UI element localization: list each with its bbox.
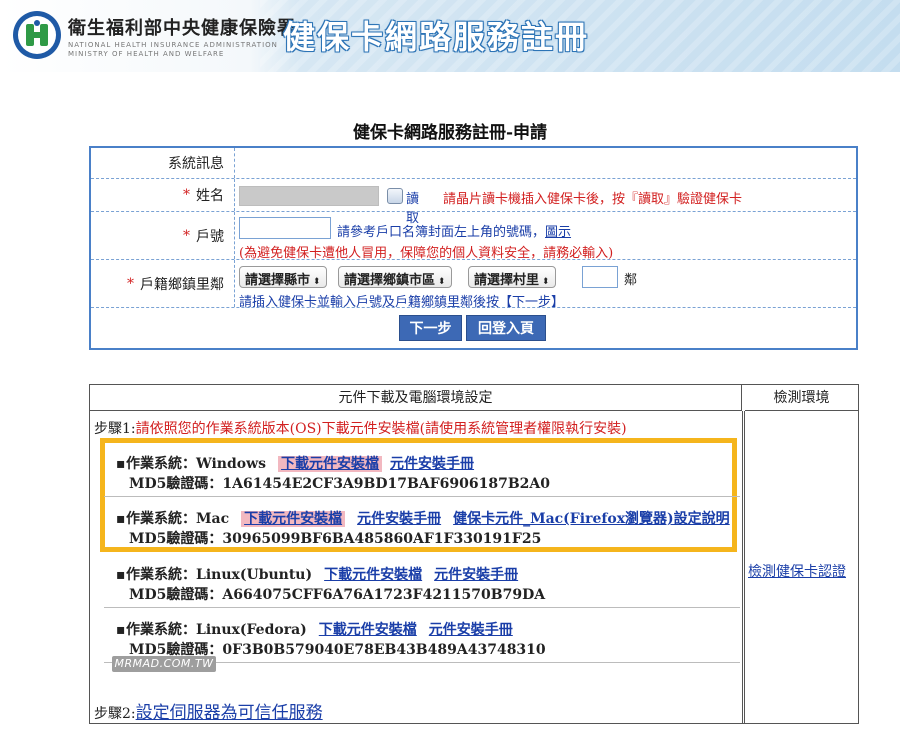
next-step-button[interactable]: 下一步 bbox=[399, 315, 462, 341]
system-message-label: 系統訊息 bbox=[91, 148, 235, 178]
county-select-value: 請選擇縣市 bbox=[245, 273, 311, 288]
bullet-icon: ▪ bbox=[116, 622, 126, 638]
md5-line: MD5驗證碼：1A61454E2CF3A9BD17BAF6906187B2A0 bbox=[129, 473, 550, 493]
household-example-link[interactable]: 圖示 bbox=[545, 225, 571, 240]
org-name-en-line2: MINISTRY OF HEALTH AND WELFARE bbox=[68, 50, 225, 58]
download-table-header: 元件下載及電腦環境設定 bbox=[90, 385, 742, 411]
select-arrow-icon: ⬍ bbox=[542, 277, 550, 287]
button-row: 下一步 回登入頁 bbox=[91, 308, 856, 348]
md5-value: 1A61454E2CF3A9BD17BAF6906187B2A0 bbox=[222, 476, 550, 492]
os-item-ubuntu: ▪作業系統：Linux(Ubuntu) 下載元件安裝檔 元件安裝手冊 MD5驗證碼：… bbox=[116, 564, 545, 603]
name-label: * 姓名 bbox=[91, 179, 235, 211]
household-hint-text: 請參考戶口名簿封面左上角的號碼， bbox=[337, 225, 546, 240]
banner-title: 健保卡網路服務註冊 bbox=[283, 18, 590, 56]
township-select-value: 請選擇鄉鎮市區 bbox=[344, 273, 436, 288]
required-mark: * bbox=[183, 187, 190, 203]
md5-value: A664075CFF6A76A1723F4211570B79DA bbox=[222, 587, 546, 603]
os-name: 作業系統：Linux(Ubuntu) bbox=[126, 567, 313, 583]
md5-line: MD5驗證碼：30965099BF6BA485860AF1F330191F25 bbox=[129, 528, 541, 548]
county-select[interactable]: 請選擇縣市 ⬍ bbox=[239, 266, 327, 288]
household-hint: 請參考戶口名簿封面左上角的號碼，圖示 bbox=[337, 221, 571, 240]
select-arrow-icon: ⬍ bbox=[438, 277, 446, 287]
mac-firefox-guide-link[interactable]: 健保卡元件_Mac(Firefox瀏覽器)設定說明 bbox=[453, 511, 730, 527]
install-manual-link[interactable]: 元件安裝手冊 bbox=[390, 456, 474, 472]
household-label: * 戶號 bbox=[91, 212, 235, 259]
name-label-text: 姓名 bbox=[196, 188, 224, 204]
header-banner: 衛生福利部中央健康保險署 NATIONAL HEALTH INSURANCE A… bbox=[0, 0, 900, 72]
page-title: 健保卡網路服務註冊-申請 bbox=[352, 123, 548, 143]
divider bbox=[104, 496, 740, 497]
village-select-value: 請選擇村里 bbox=[474, 273, 540, 288]
bullet-icon: ▪ bbox=[116, 456, 126, 472]
required-mark: * bbox=[183, 227, 190, 244]
household-row: * 戶號 請參考戶口名簿封面左上角的號碼，圖示 (為避免健保卡遭他人冒用，保障您的… bbox=[91, 212, 856, 261]
md5-value: 0F3B0B579040E78EB43B489A43748310 bbox=[222, 642, 546, 658]
step2-instruction: 步驟2:設定伺服器為可信任服務 bbox=[94, 698, 323, 723]
step2-prefix: 步驟2: bbox=[94, 706, 136, 722]
step1-prefix: 步驟1: bbox=[94, 421, 136, 437]
required-mark: * bbox=[127, 275, 134, 292]
village-select[interactable]: 請選擇村里 ⬍ bbox=[468, 266, 556, 288]
neighborhood-input[interactable] bbox=[582, 266, 618, 288]
nhi-logo-icon bbox=[13, 11, 61, 59]
household-warning: (為避免健保卡遭他人冒用，保障您的個人資料安全，請務必輸入) bbox=[239, 246, 614, 261]
neighborhood-suffix: 鄰 bbox=[624, 273, 638, 288]
md5-prefix: MD5驗證碼： bbox=[129, 531, 223, 547]
read-card-hint: 請晶片讀卡機插入健保卡後，按『讀取』驗證健保卡 bbox=[443, 192, 743, 207]
step1-text: 請依照您的作業系統版本(OS)下載元件安裝檔(請使用系統管理者權限執行安裝) bbox=[135, 421, 627, 437]
system-message-row: 系統訊息 bbox=[91, 148, 856, 179]
column-divider bbox=[742, 411, 745, 723]
install-manual-link[interactable]: 元件安裝手冊 bbox=[434, 567, 518, 583]
download-table: 元件下載及電腦環境設定 檢測環境 步驟1:請依照您的作業系統版本(OS)下載元件… bbox=[89, 384, 859, 724]
org-name: 衛生福利部中央健康保險署 bbox=[68, 18, 296, 39]
md5-prefix: MD5驗證碼： bbox=[129, 476, 223, 492]
township-select[interactable]: 請選擇鄉鎮市區 ⬍ bbox=[338, 266, 452, 288]
watermark: MRMAD.COM.TW bbox=[112, 656, 216, 672]
download-installer-link[interactable]: 下載元件安裝檔 bbox=[324, 567, 422, 583]
md5-line: MD5驗證碼：A664075CFF6A76A1723F4211570B79DA bbox=[129, 584, 545, 604]
os-name: 作業系統：Linux(Fedora) bbox=[126, 622, 307, 638]
trusted-server-link[interactable]: 設定伺服器為可信任服務 bbox=[136, 703, 323, 723]
check-env-header: 檢測環境 bbox=[745, 385, 858, 411]
registration-form: 系統訊息 * 姓名 讀取 請晶片讀卡機插入健保卡後，按『讀取』驗證健保卡 * 戶號 … bbox=[89, 146, 858, 350]
card-reader-icon[interactable] bbox=[387, 188, 403, 204]
download-installer-link[interactable]: 下載元件安裝檔 bbox=[319, 622, 417, 638]
os-item-windows: ▪作業系統：Windows 下載元件安裝檔 元件安裝手冊 MD5驗證碼：1A6145… bbox=[116, 453, 550, 492]
download-installer-link[interactable]: 下載元件安裝檔 bbox=[241, 511, 346, 527]
household-label-text: 戶號 bbox=[196, 228, 224, 245]
address-row: * 戶籍鄉鎮里鄰 請選擇縣市 ⬍ 請選擇鄉鎮市區 ⬍ 請選擇村里 ⬍ 鄰 請插入健保卡並… bbox=[91, 260, 856, 310]
os-item-mac: ▪作業系統：Mac 下載元件安裝檔 元件安裝手冊 健保卡元件_Mac(Firefox瀏… bbox=[116, 508, 730, 547]
bullet-icon: ▪ bbox=[116, 567, 126, 583]
bullet-icon: ▪ bbox=[116, 511, 126, 527]
select-arrow-icon: ⬍ bbox=[313, 277, 321, 287]
install-manual-link[interactable]: 元件安裝手冊 bbox=[429, 622, 513, 638]
address-label-text: 戶籍鄉鎮里鄰 bbox=[140, 276, 224, 293]
download-installer-link[interactable]: 下載元件安裝檔 bbox=[278, 456, 383, 472]
step1-instruction: 步驟1:請依照您的作業系統版本(OS)下載元件安裝檔(請使用系統管理者權限執行安… bbox=[94, 418, 627, 438]
os-name: 作業系統：Windows bbox=[126, 456, 267, 472]
back-to-login-button[interactable]: 回登入頁 bbox=[466, 315, 546, 341]
install-manual-link[interactable]: 元件安裝手冊 bbox=[357, 511, 441, 527]
name-field bbox=[239, 186, 379, 206]
os-name: 作業系統：Mac bbox=[126, 511, 230, 527]
md5-value: 30965099BF6BA485860AF1F330191F25 bbox=[222, 531, 542, 547]
divider bbox=[104, 607, 740, 608]
os-item-fedora: ▪作業系統：Linux(Fedora) 下載元件安裝檔 元件安裝手冊 MD5驗證碼：… bbox=[116, 619, 546, 658]
org-name-en-line1: NATIONAL HEALTH INSURANCE ADMINISTRATION bbox=[68, 41, 278, 49]
check-card-auth-link[interactable]: 檢測健保卡認證 bbox=[748, 561, 846, 581]
name-row: * 姓名 讀取 請晶片讀卡機插入健保卡後，按『讀取』驗證健保卡 bbox=[91, 179, 856, 226]
household-number-input[interactable] bbox=[239, 217, 331, 239]
address-label: * 戶籍鄉鎮里鄰 bbox=[91, 260, 235, 307]
md5-prefix: MD5驗證碼： bbox=[129, 587, 223, 603]
